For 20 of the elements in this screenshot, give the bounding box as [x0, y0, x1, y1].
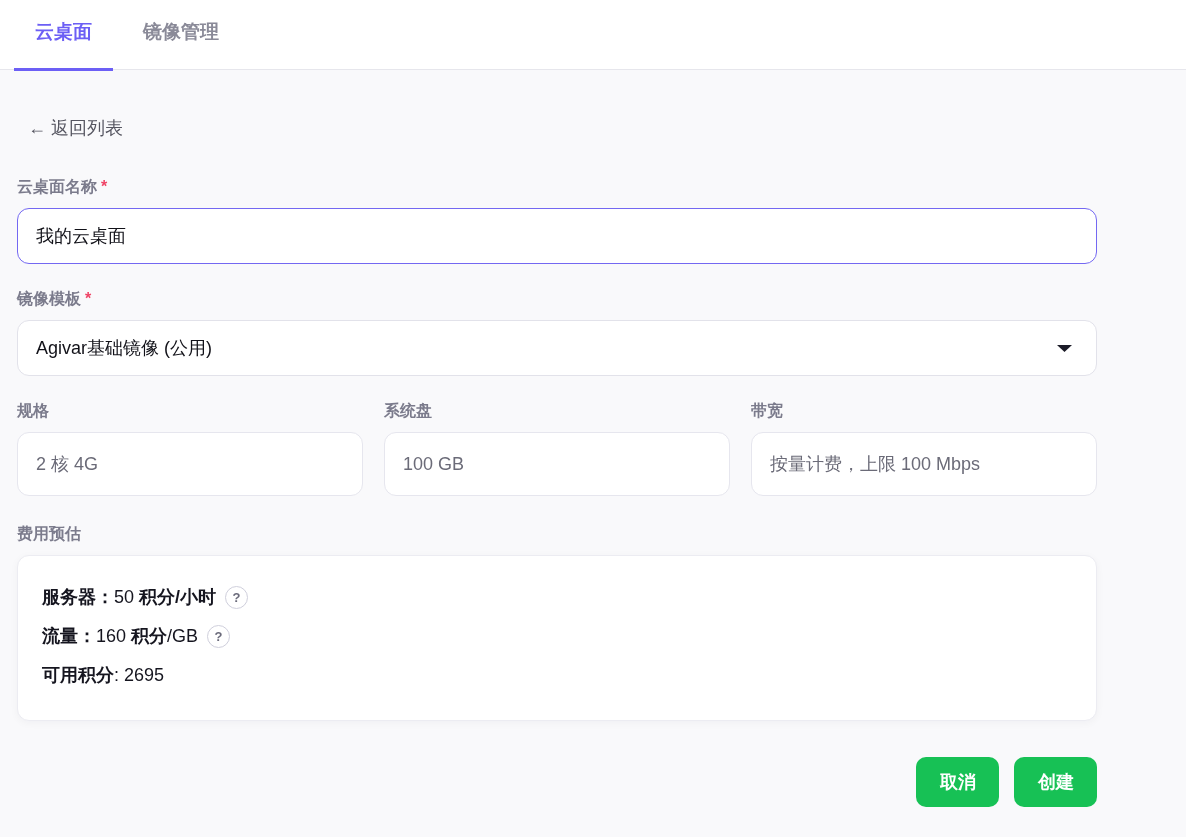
- cost-text: 可用积分: 2695: [42, 664, 165, 687]
- template-select[interactable]: Agivar基础镜像 (公用): [17, 320, 1097, 376]
- tab[interactable]: 云桌面: [14, 0, 113, 71]
- cost-text: 服务器：50 积分/小时: [42, 586, 217, 609]
- field-label: 云桌面名称: [17, 177, 97, 197]
- back-link[interactable]: ← 返回列表: [28, 117, 123, 139]
- readonly-field: 按量计费，上限 100 Mbps: [751, 432, 1097, 496]
- field-label: 系统盘: [384, 401, 432, 421]
- readonly-field: 2 核 4G: [17, 432, 363, 496]
- field-label: 费用预估: [17, 524, 81, 544]
- tab[interactable]: 镜像管理: [122, 0, 240, 71]
- name-input[interactable]: 我的云桌面: [17, 208, 1097, 264]
- cost-text: 流量：160 积分/GB: [42, 625, 199, 648]
- readonly-field: 100 GB: [384, 432, 730, 496]
- caret-down-icon: [1057, 344, 1072, 352]
- field-label: 镜像模板: [17, 289, 81, 309]
- field-label: 带宽: [751, 401, 783, 421]
- required-mark: *: [101, 177, 108, 197]
- field-label: 规格: [17, 401, 49, 421]
- required-mark: *: [85, 289, 92, 309]
